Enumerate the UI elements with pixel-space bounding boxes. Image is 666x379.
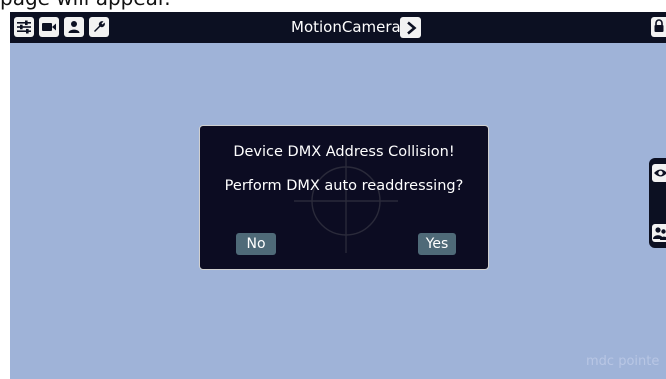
crosshair-icon	[294, 149, 398, 257]
eye-icon[interactable]	[652, 164, 666, 182]
lock-icon[interactable]	[651, 17, 666, 37]
watermark-text: mdc pointe	[586, 354, 660, 369]
page-title: MotionCamera	[291, 18, 401, 36]
group-icon[interactable]	[652, 224, 666, 242]
settings-sliders-icon[interactable]	[14, 17, 34, 37]
side-panel	[649, 158, 666, 248]
app-window: MotionCamera Device DMX Address Collisio…	[10, 12, 666, 379]
top-toolbar: MotionCamera	[10, 12, 666, 43]
chevron-right-icon[interactable]	[400, 17, 421, 38]
person-icon[interactable]	[64, 17, 84, 37]
dialog-message-line2: Perform DMX auto readdressing?	[224, 178, 464, 194]
collision-dialog: Device DMX Address Collision! Perform DM…	[199, 125, 489, 270]
video-camera-icon[interactable]	[39, 17, 59, 37]
yes-button[interactable]: Yes	[418, 233, 456, 255]
no-button[interactable]: No	[236, 233, 276, 255]
document-text: page will appear.	[0, 0, 171, 10]
wrench-icon[interactable]	[89, 17, 109, 37]
dialog-message-line1: Device DMX Address Collision!	[233, 144, 455, 160]
